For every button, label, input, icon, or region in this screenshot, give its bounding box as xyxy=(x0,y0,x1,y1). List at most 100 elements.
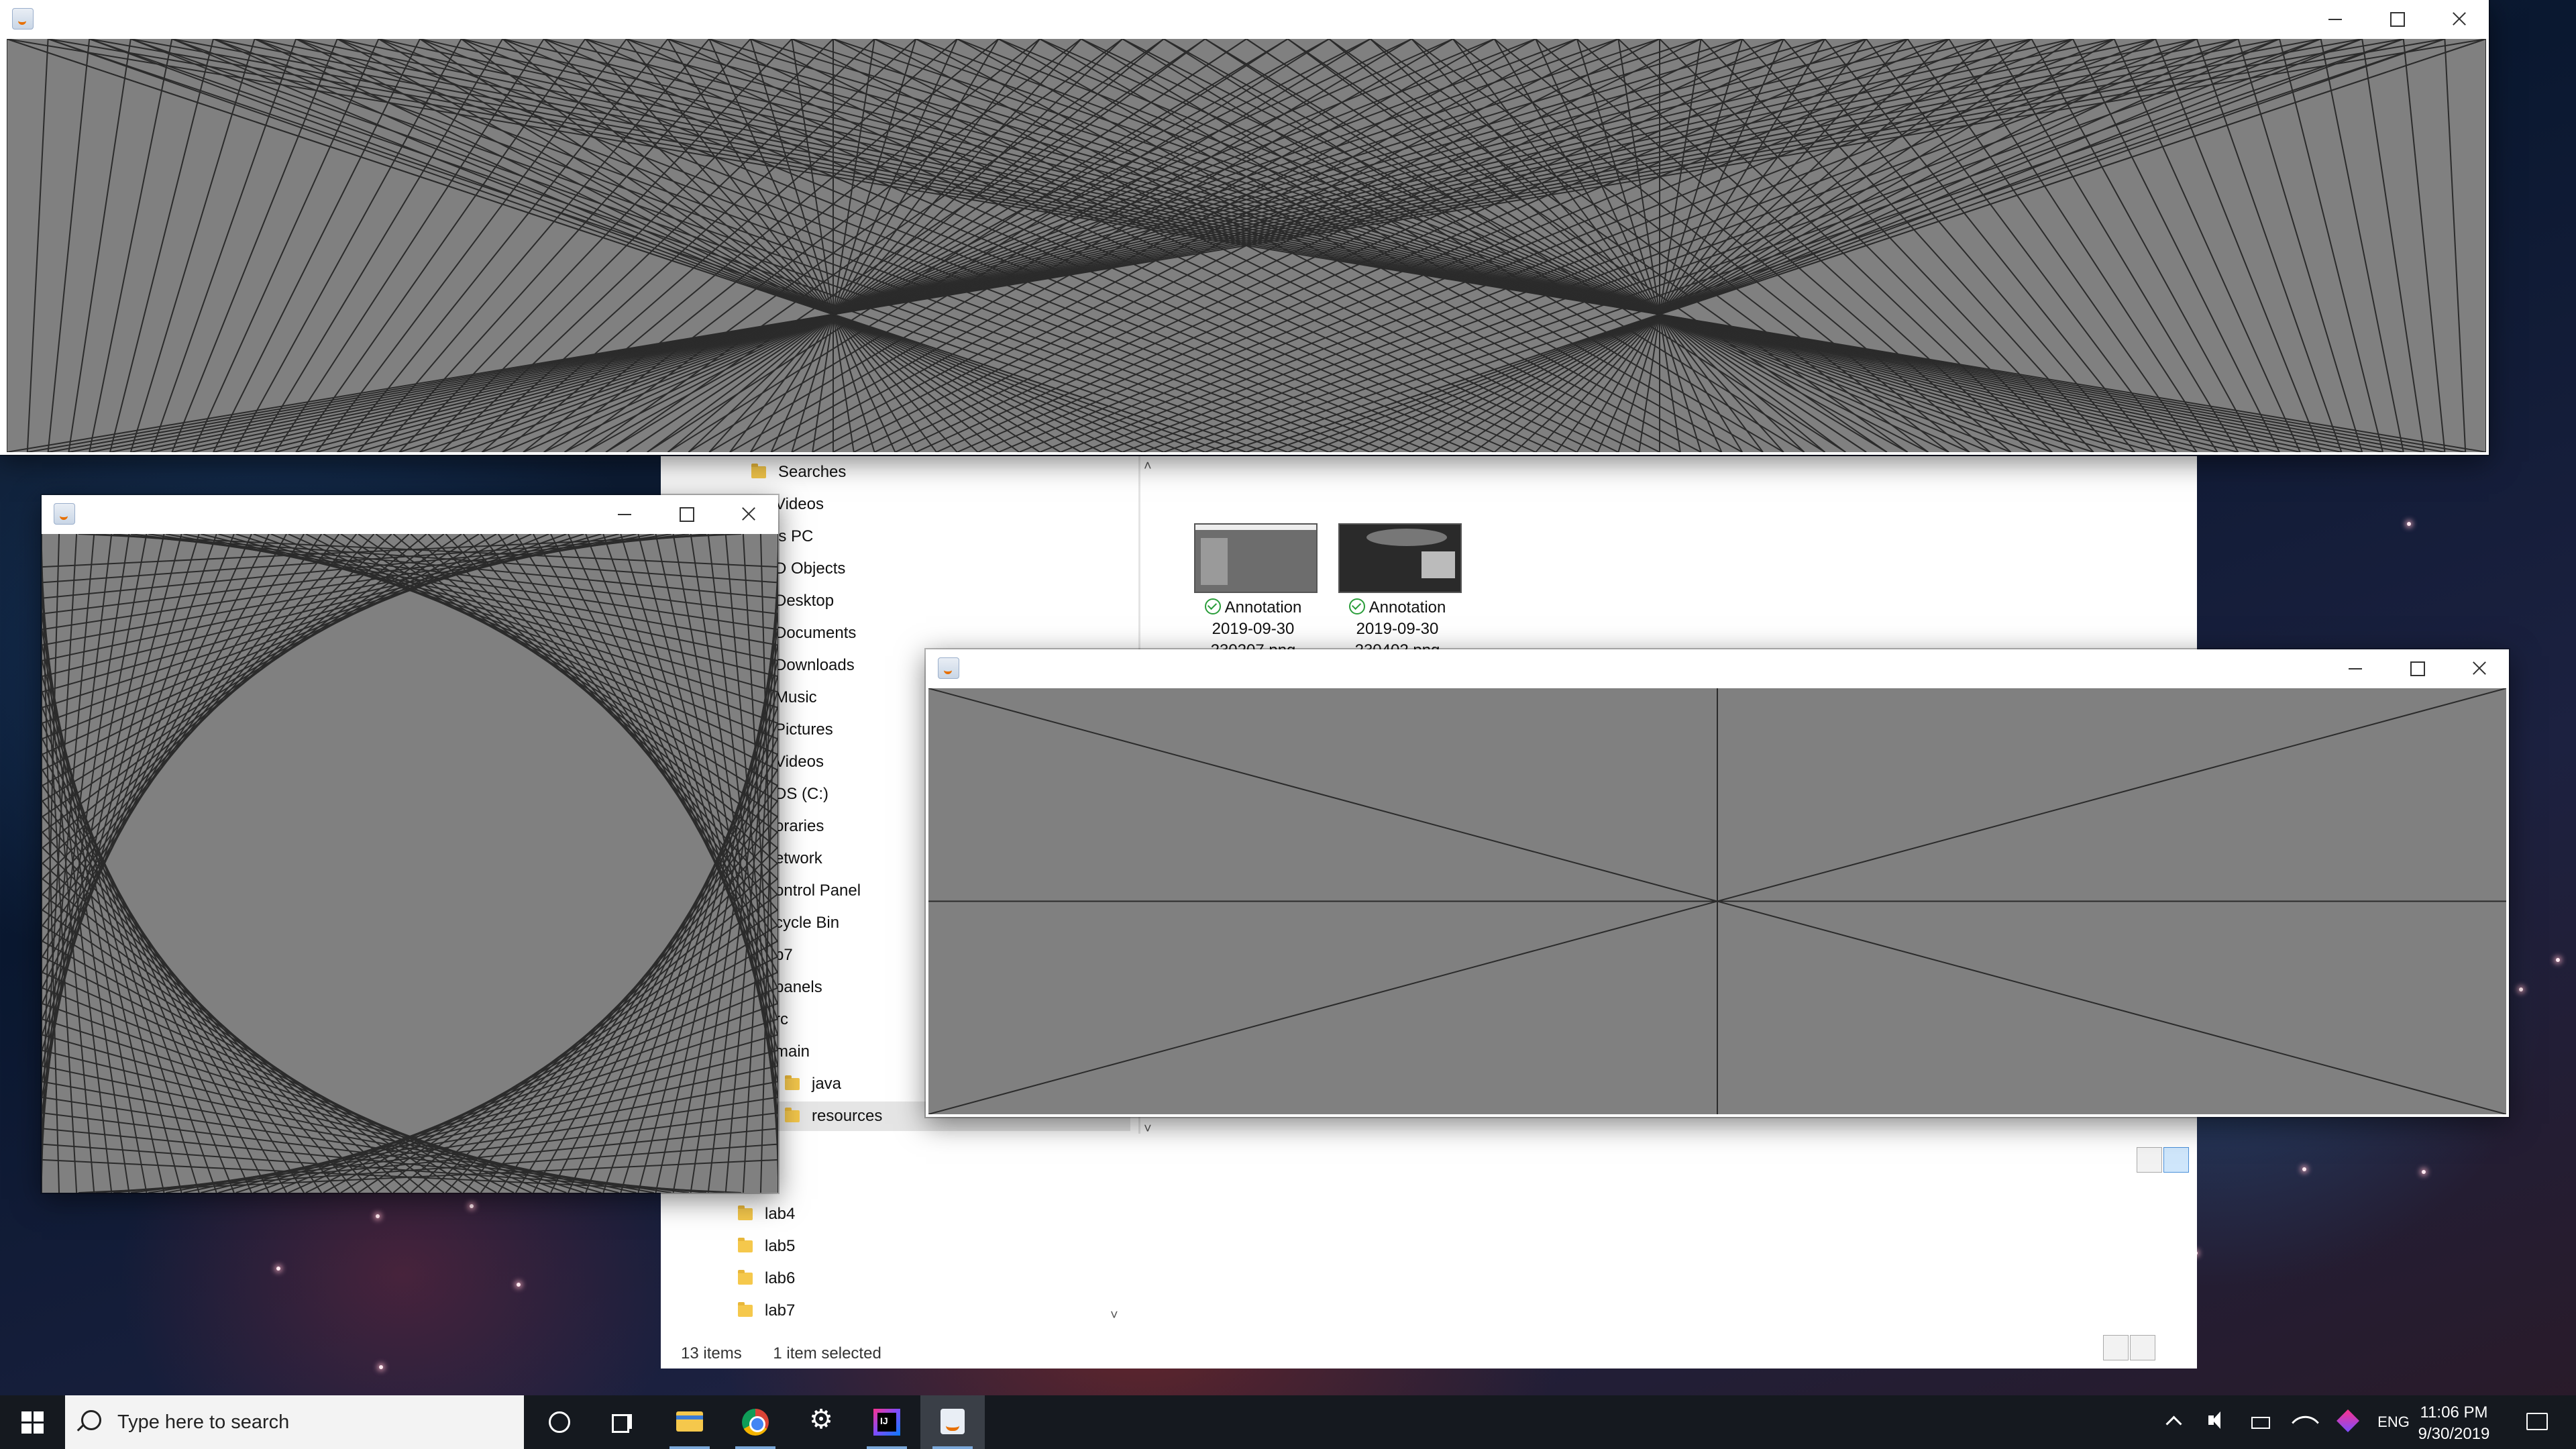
pattern-line xyxy=(42,955,515,1193)
pattern-line xyxy=(171,39,338,452)
pattern-line xyxy=(812,39,1619,452)
folder-icon xyxy=(738,1270,753,1285)
scroll-up-arrow[interactable]: ˄ xyxy=(1144,459,1152,474)
nav-item[interactable]: ontrol Panel xyxy=(775,876,861,906)
minimize-button[interactable] xyxy=(2324,649,2385,687)
pattern-line xyxy=(172,39,2404,452)
clock[interactable]: 11:06 PM 9/30/2019 xyxy=(2407,1402,2501,1445)
folder-icon xyxy=(738,1205,753,1220)
close-button[interactable] xyxy=(716,495,778,533)
scroll-down-arrow[interactable]: ˅ xyxy=(1144,1122,1152,1137)
drawing-canvas[interactable] xyxy=(928,688,2506,1114)
app-tray-icon[interactable] xyxy=(2334,1395,2361,1449)
nav-item[interactable]: Documents xyxy=(775,619,856,648)
chrome-icon[interactable] xyxy=(723,1395,788,1449)
drawing-canvas[interactable] xyxy=(42,534,778,1193)
nav-item[interactable]: java xyxy=(785,1069,841,1099)
nav-item[interactable]: Pictures xyxy=(775,715,833,745)
maximize-button[interactable] xyxy=(655,495,716,533)
intellij-icon[interactable]: IJ xyxy=(855,1395,919,1449)
nav-item[interactable]: etwork xyxy=(775,844,822,873)
nav-item[interactable]: cycle Bin xyxy=(775,908,839,938)
details-view-button[interactable] xyxy=(2137,1147,2162,1173)
search-box[interactable]: Type here to search xyxy=(65,1395,524,1449)
star xyxy=(2422,1170,2426,1174)
java-app-icon xyxy=(938,657,959,679)
battery-icon[interactable] xyxy=(2247,1395,2274,1449)
nav-item[interactable]: Music xyxy=(775,683,817,712)
nav-item[interactable]: lab6 xyxy=(738,1264,795,1293)
large-icons-view-button[interactable] xyxy=(2130,1335,2155,1360)
nav-item[interactable]: lab7 xyxy=(738,1296,795,1326)
nav-item[interactable]: D Objects xyxy=(775,554,845,584)
action-center-icon[interactable] xyxy=(2517,1395,2557,1449)
nav-item[interactable]: DS (C:) xyxy=(775,780,828,809)
close-button[interactable] xyxy=(2447,649,2509,687)
java-window-left[interactable] xyxy=(42,495,778,1193)
pattern-line xyxy=(392,534,778,849)
pattern-line xyxy=(1493,39,1743,452)
nav-item[interactable]: panels xyxy=(775,973,822,1002)
pattern-line xyxy=(749,39,875,452)
close-button[interactable] xyxy=(2427,0,2489,38)
minimize-button[interactable] xyxy=(593,495,655,533)
pattern-line xyxy=(543,39,2218,452)
java-icon[interactable] xyxy=(920,1395,985,1449)
start-button[interactable] xyxy=(0,1395,64,1449)
star xyxy=(470,1204,474,1208)
nav-item[interactable]: lab4 xyxy=(738,1199,795,1229)
java-window-right[interactable] xyxy=(926,649,2509,1117)
nav-item[interactable]: Videos xyxy=(775,490,824,519)
star xyxy=(379,1365,383,1369)
wifi-icon[interactable] xyxy=(2291,1395,2320,1449)
pattern-line xyxy=(2155,39,2322,452)
pattern-line xyxy=(305,534,778,771)
pattern-line xyxy=(213,39,1144,452)
show-hidden-icons-chevron-icon[interactable] xyxy=(2160,1395,2187,1449)
pattern-line xyxy=(1535,39,1723,452)
nav-item[interactable]: Searches xyxy=(751,458,846,487)
curve-envelope-pattern xyxy=(42,534,778,1193)
pattern-line xyxy=(305,955,778,1193)
pattern-line xyxy=(708,39,896,452)
folder-icon xyxy=(785,1075,800,1090)
volume-icon[interactable] xyxy=(2202,1395,2229,1449)
drawing-canvas[interactable] xyxy=(7,39,2486,452)
nav-item[interactable]: Videos xyxy=(775,747,824,777)
nav-item[interactable]: main xyxy=(775,1037,810,1067)
folder-icon xyxy=(738,1238,753,1252)
nav-item[interactable]: oraries xyxy=(775,812,824,841)
java-app-icon xyxy=(54,503,75,525)
pattern-line xyxy=(95,534,778,584)
pattern-line xyxy=(42,534,427,849)
pattern-line xyxy=(392,877,778,1193)
star xyxy=(2556,958,2560,962)
file-explorer-icon[interactable] xyxy=(657,1395,722,1449)
details-view-button[interactable] xyxy=(2103,1335,2129,1360)
file-thumbnail[interactable] xyxy=(1338,523,1462,593)
pattern-line xyxy=(2444,39,2467,452)
pattern-line xyxy=(2279,39,2383,452)
pattern-line xyxy=(89,39,2321,452)
pattern-line xyxy=(1349,39,2280,452)
title-bar[interactable] xyxy=(0,0,2489,38)
cortana-icon[interactable] xyxy=(526,1395,590,1449)
title-bar[interactable] xyxy=(42,495,778,533)
pattern-line xyxy=(2361,39,2425,452)
nav-item[interactable]: Downloads xyxy=(775,651,855,680)
settings-icon[interactable]: ⚙ xyxy=(789,1395,853,1449)
large-icons-view-button[interactable] xyxy=(2163,1147,2189,1173)
task-view-icon[interactable] xyxy=(590,1395,655,1449)
nav-item[interactable]: is PC xyxy=(775,522,813,551)
title-bar[interactable] xyxy=(926,649,2509,687)
maximize-button[interactable] xyxy=(2365,0,2427,38)
nav-item[interactable]: Desktop xyxy=(775,586,834,616)
scroll-down-arrow[interactable]: ˅ xyxy=(1110,1308,1118,1324)
file-thumbnail[interactable] xyxy=(1194,523,1318,593)
nav-item[interactable]: lab5 xyxy=(738,1232,795,1261)
minimize-button[interactable] xyxy=(2304,0,2365,38)
folder-icon xyxy=(785,1108,800,1122)
java-window-top[interactable] xyxy=(0,0,2489,455)
pattern-line xyxy=(688,39,1123,452)
maximize-button[interactable] xyxy=(2385,649,2447,687)
